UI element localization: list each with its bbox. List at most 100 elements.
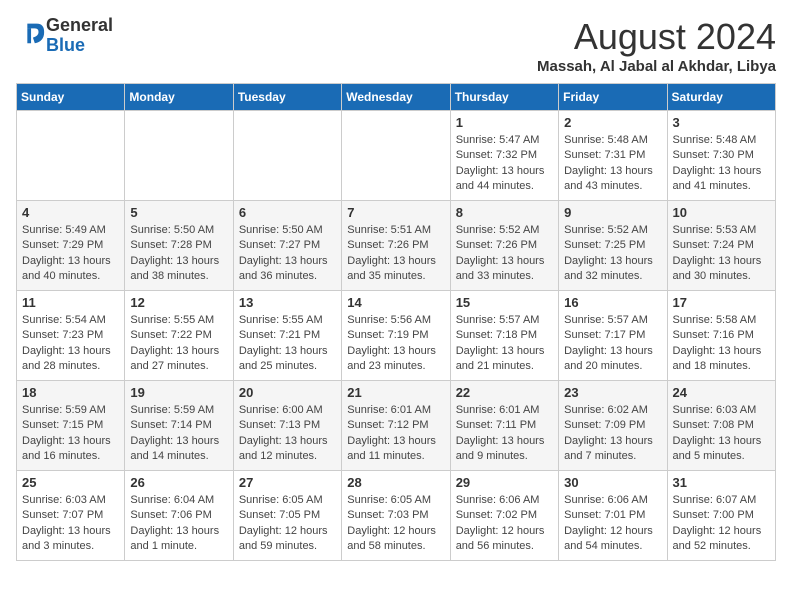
calendar-cell: 3 Sunrise: 5:48 AM Sunset: 7:30 PM Daylig… <box>667 111 775 201</box>
calendar-cell: 9 Sunrise: 5:52 AM Sunset: 7:25 PM Daylig… <box>559 201 667 291</box>
logo: General Blue <box>16 16 113 56</box>
weekday-header: Saturday <box>667 84 775 111</box>
calendar-cell: 28 Sunrise: 6:05 AM Sunset: 7:03 PM Dayli… <box>342 471 450 561</box>
day-number: 28 <box>347 475 444 490</box>
day-info: Sunrise: 6:03 AM Sunset: 7:08 PM Dayligh… <box>673 403 770 465</box>
day-number: 21 <box>347 385 444 400</box>
calendar-week-row: 11Sunrise: 5:54 AM Sunset: 7:23 PM Dayli… <box>17 291 776 381</box>
day-info: Sunrise: 6:01 AM Sunset: 7:12 PM Dayligh… <box>347 403 444 465</box>
calendar-week-row: 18Sunrise: 5:59 AM Sunset: 7:15 PM Dayli… <box>17 381 776 471</box>
day-number: 9 <box>564 205 661 220</box>
day-number: 20 <box>239 385 336 400</box>
calendar-cell <box>125 111 233 201</box>
day-number: 7 <box>347 205 444 220</box>
day-info: Sunrise: 5:51 AM Sunset: 7:26 PM Dayligh… <box>347 223 444 285</box>
day-number: 17 <box>673 295 770 310</box>
calendar-cell: 11Sunrise: 5:54 AM Sunset: 7:23 PM Dayli… <box>17 291 125 381</box>
day-number: 4 <box>22 205 119 220</box>
day-info: Sunrise: 5:52 AM Sunset: 7:25 PM Dayligh… <box>564 223 661 285</box>
location: Massah, Al Jabal al Akhdar, Libya <box>537 58 776 75</box>
day-number: 3 <box>673 115 770 130</box>
day-info: Sunrise: 5:59 AM Sunset: 7:15 PM Dayligh… <box>22 403 119 465</box>
day-info: Sunrise: 5:56 AM Sunset: 7:19 PM Dayligh… <box>347 313 444 375</box>
calendar-cell: 16Sunrise: 5:57 AM Sunset: 7:17 PM Dayli… <box>559 291 667 381</box>
calendar-cell: 21 Sunrise: 6:01 AM Sunset: 7:12 PM Dayli… <box>342 381 450 471</box>
day-number: 5 <box>130 205 227 220</box>
day-info: Sunrise: 6:03 AM Sunset: 7:07 PM Dayligh… <box>22 493 119 555</box>
day-info: Sunrise: 6:06 AM Sunset: 7:01 PM Dayligh… <box>564 493 661 555</box>
day-info: Sunrise: 6:01 AM Sunset: 7:11 PM Dayligh… <box>456 403 553 465</box>
day-number: 27 <box>239 475 336 490</box>
day-info: Sunrise: 5:55 AM Sunset: 7:22 PM Dayligh… <box>130 313 227 375</box>
calendar-cell: 4 Sunrise: 5:49 AM Sunset: 7:29 PM Daylig… <box>17 201 125 291</box>
calendar-cell: 18Sunrise: 5:59 AM Sunset: 7:15 PM Dayli… <box>17 381 125 471</box>
day-info: Sunrise: 5:59 AM Sunset: 7:14 PM Dayligh… <box>130 403 227 465</box>
calendar-cell: 19 Sunrise: 5:59 AM Sunset: 7:14 PM Dayli… <box>125 381 233 471</box>
weekday-header: Friday <box>559 84 667 111</box>
day-number: 22 <box>456 385 553 400</box>
day-info: Sunrise: 5:53 AM Sunset: 7:24 PM Dayligh… <box>673 223 770 285</box>
calendar-cell <box>233 111 341 201</box>
logo-icon <box>18 19 46 47</box>
calendar-cell: 12 Sunrise: 5:55 AM Sunset: 7:22 PM Dayli… <box>125 291 233 381</box>
day-info: Sunrise: 5:52 AM Sunset: 7:26 PM Dayligh… <box>456 223 553 285</box>
day-number: 19 <box>130 385 227 400</box>
day-number: 25 <box>22 475 119 490</box>
calendar-cell: 22 Sunrise: 6:01 AM Sunset: 7:11 PM Dayli… <box>450 381 558 471</box>
weekday-header: Monday <box>125 84 233 111</box>
calendar-cell: 15Sunrise: 5:57 AM Sunset: 7:18 PM Dayli… <box>450 291 558 381</box>
day-number: 29 <box>456 475 553 490</box>
day-number: 8 <box>456 205 553 220</box>
title-block: August 2024 Massah, Al Jabal al Akhdar, … <box>537 16 776 75</box>
day-info: Sunrise: 6:02 AM Sunset: 7:09 PM Dayligh… <box>564 403 661 465</box>
calendar-cell: 1 Sunrise: 5:47 AM Sunset: 7:32 PM Daylig… <box>450 111 558 201</box>
day-info: Sunrise: 5:49 AM Sunset: 7:29 PM Dayligh… <box>22 223 119 285</box>
calendar-cell: 31Sunrise: 6:07 AM Sunset: 7:00 PM Dayli… <box>667 471 775 561</box>
day-info: Sunrise: 5:48 AM Sunset: 7:30 PM Dayligh… <box>673 133 770 195</box>
calendar-cell: 8 Sunrise: 5:52 AM Sunset: 7:26 PM Daylig… <box>450 201 558 291</box>
day-number: 26 <box>130 475 227 490</box>
weekday-header-row: SundayMondayTuesdayWednesdayThursdayFrid… <box>17 84 776 111</box>
calendar-cell: 17 Sunrise: 5:58 AM Sunset: 7:16 PM Dayli… <box>667 291 775 381</box>
calendar-week-row: 1 Sunrise: 5:47 AM Sunset: 7:32 PM Daylig… <box>17 111 776 201</box>
day-info: Sunrise: 5:47 AM Sunset: 7:32 PM Dayligh… <box>456 133 553 195</box>
day-info: Sunrise: 6:05 AM Sunset: 7:05 PM Dayligh… <box>239 493 336 555</box>
day-number: 23 <box>564 385 661 400</box>
month-title: August 2024 <box>537 16 776 58</box>
day-number: 1 <box>456 115 553 130</box>
day-number: 12 <box>130 295 227 310</box>
day-number: 11 <box>22 295 119 310</box>
day-info: Sunrise: 5:48 AM Sunset: 7:31 PM Dayligh… <box>564 133 661 195</box>
calendar-cell: 27 Sunrise: 6:05 AM Sunset: 7:05 PM Dayli… <box>233 471 341 561</box>
calendar-cell: 7 Sunrise: 5:51 AM Sunset: 7:26 PM Daylig… <box>342 201 450 291</box>
calendar-cell: 13 Sunrise: 5:55 AM Sunset: 7:21 PM Dayli… <box>233 291 341 381</box>
logo-text: General Blue <box>46 16 113 56</box>
day-info: Sunrise: 6:05 AM Sunset: 7:03 PM Dayligh… <box>347 493 444 555</box>
day-number: 24 <box>673 385 770 400</box>
page-header: General Blue August 2024 Massah, Al Jaba… <box>16 16 776 75</box>
calendar-cell: 29 Sunrise: 6:06 AM Sunset: 7:02 PM Dayli… <box>450 471 558 561</box>
weekday-header: Tuesday <box>233 84 341 111</box>
calendar-cell: 25 Sunrise: 6:03 AM Sunset: 7:07 PM Dayli… <box>17 471 125 561</box>
calendar-cell: 5 Sunrise: 5:50 AM Sunset: 7:28 PM Daylig… <box>125 201 233 291</box>
day-info: Sunrise: 6:00 AM Sunset: 7:13 PM Dayligh… <box>239 403 336 465</box>
day-number: 14 <box>347 295 444 310</box>
calendar-cell: 30 Sunrise: 6:06 AM Sunset: 7:01 PM Dayli… <box>559 471 667 561</box>
day-info: Sunrise: 5:50 AM Sunset: 7:27 PM Dayligh… <box>239 223 336 285</box>
day-number: 13 <box>239 295 336 310</box>
calendar-cell: 26Sunrise: 6:04 AM Sunset: 7:06 PM Dayli… <box>125 471 233 561</box>
day-number: 30 <box>564 475 661 490</box>
weekday-header: Wednesday <box>342 84 450 111</box>
day-number: 10 <box>673 205 770 220</box>
calendar-cell: 20 Sunrise: 6:00 AM Sunset: 7:13 PM Dayli… <box>233 381 341 471</box>
day-info: Sunrise: 5:58 AM Sunset: 7:16 PM Dayligh… <box>673 313 770 375</box>
calendar-cell: 10 Sunrise: 5:53 AM Sunset: 7:24 PM Dayli… <box>667 201 775 291</box>
calendar-table: SundayMondayTuesdayWednesdayThursdayFrid… <box>16 83 776 561</box>
day-info: Sunrise: 5:50 AM Sunset: 7:28 PM Dayligh… <box>130 223 227 285</box>
day-number: 31 <box>673 475 770 490</box>
day-info: Sunrise: 6:06 AM Sunset: 7:02 PM Dayligh… <box>456 493 553 555</box>
day-number: 6 <box>239 205 336 220</box>
day-info: Sunrise: 5:55 AM Sunset: 7:21 PM Dayligh… <box>239 313 336 375</box>
calendar-cell <box>342 111 450 201</box>
day-info: Sunrise: 5:57 AM Sunset: 7:17 PM Dayligh… <box>564 313 661 375</box>
